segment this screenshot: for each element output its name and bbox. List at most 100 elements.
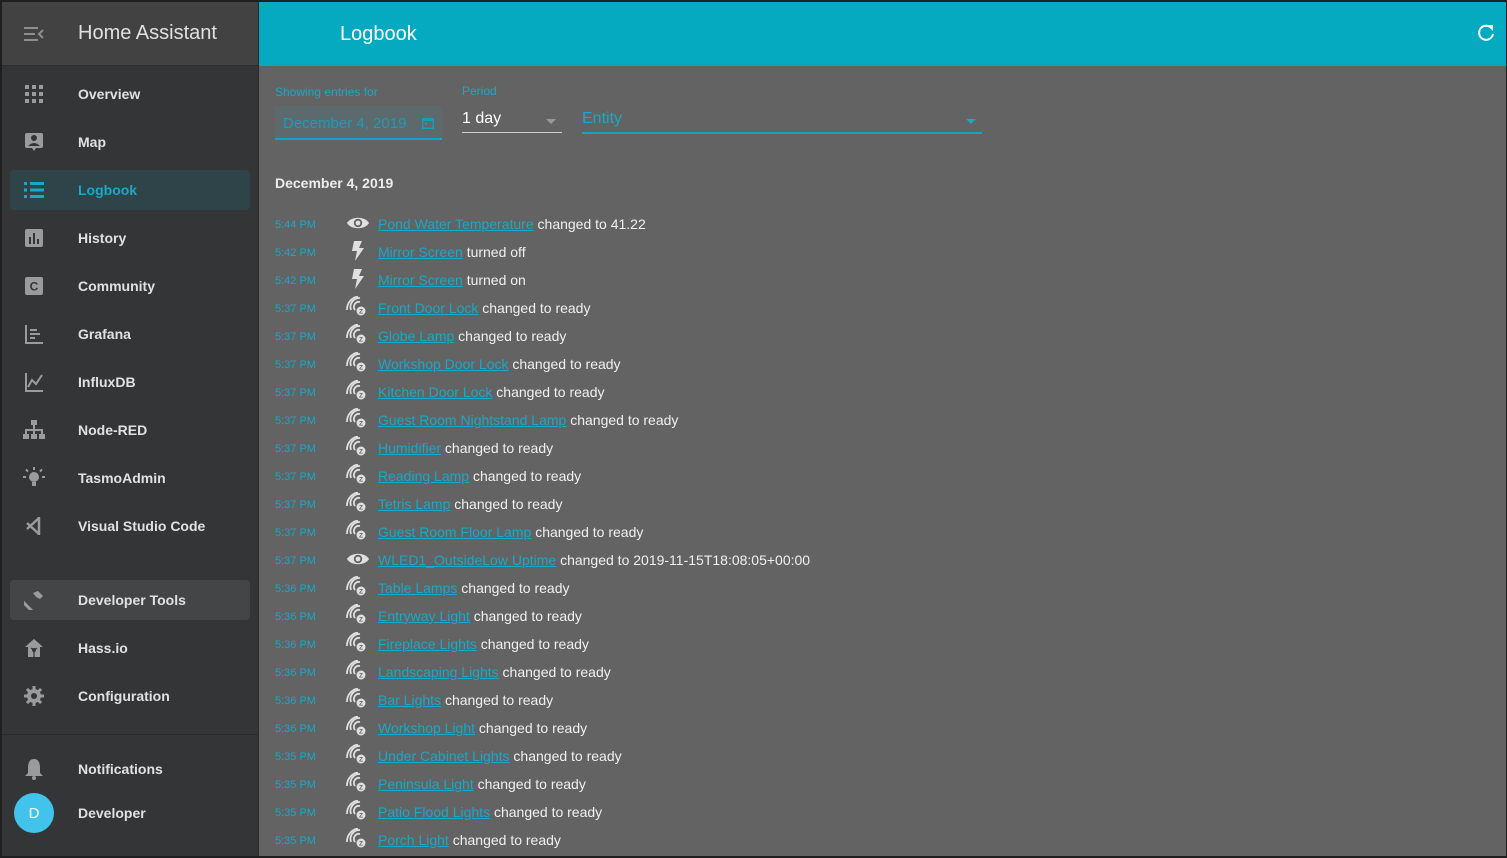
sidebar-item-overview[interactable]: Overview <box>10 74 250 114</box>
z-wave-icon: Z <box>345 604 371 626</box>
log-entry: 5:37 PM WLED1_OutsideLow Uptime changed t… <box>275 545 1475 573</box>
sidebar-item-developer-tools[interactable]: Developer Tools <box>10 580 250 620</box>
log-entry-entity-link[interactable]: Pond Water Temperature <box>378 216 534 232</box>
sidebar-item-label: Grafana <box>78 326 131 342</box>
svg-text:Z: Z <box>359 729 363 736</box>
log-entry-text: Workshop Light changed to ready <box>378 720 587 736</box>
sidebar-item-influxdb[interactable]: InfluxDB <box>10 362 250 402</box>
log-entry-entity-link[interactable]: WLED1_OutsideLow Uptime <box>378 552 556 568</box>
log-entry-entity-link[interactable]: Peninsula Light <box>378 776 474 792</box>
sidebar-item-label: History <box>78 230 127 246</box>
svg-text:Z: Z <box>359 701 363 708</box>
z-wave-icon: Z <box>345 436 371 458</box>
log-entry-entity-link[interactable]: Mirror Screen <box>378 244 463 260</box>
sidebar-item-history[interactable]: History <box>10 218 250 258</box>
log-entry-text: Guest Room Floor Lamp changed to ready <box>378 524 643 540</box>
z-wave-icon: Z <box>345 520 371 542</box>
grafana-icon <box>10 324 58 344</box>
log-entry-entity-link[interactable]: Under Cabinet Lights <box>378 748 510 764</box>
entity-picker[interactable]: Entity <box>582 108 982 134</box>
svg-text:Z: Z <box>359 393 363 400</box>
svg-text:Z: Z <box>359 421 363 428</box>
sidebar-item-community[interactable]: C Community <box>10 266 250 306</box>
date-value: December 4, 2019 <box>283 115 407 132</box>
log-entry-entity-link[interactable]: Entryway Light <box>378 608 470 624</box>
avatar-initial: D <box>14 793 54 833</box>
log-entry-time: 5:36 PM <box>275 611 316 623</box>
log-entry-message: changed to 2019-11-15T18:08:05+00:00 <box>560 552 811 568</box>
sidebar-item-profile[interactable]: D Developer <box>10 793 250 833</box>
log-entry: 5:35 PM Z Peninsula Light changed to ready <box>275 769 1475 797</box>
log-entry-entity-link[interactable]: Bar Lights <box>378 692 441 708</box>
log-entry-entity-link[interactable]: Humidifier <box>378 440 441 456</box>
log-entry-entity-link[interactable]: Front Door Lock <box>378 300 478 316</box>
log-entry-entity-link[interactable]: Reading Lamp <box>378 468 469 484</box>
log-entry-message: changed to ready <box>477 776 586 792</box>
calendar-icon[interactable] <box>422 116 434 134</box>
log-entry: 5:37 PM Z Globe Lamp changed to ready <box>275 321 1475 349</box>
sidebar-item-tasmoadmin[interactable]: TasmoAdmin <box>10 458 250 498</box>
log-entry-text: Front Door Lock changed to ready <box>378 300 590 316</box>
sidebar-item-configuration[interactable]: Configuration <box>10 676 250 716</box>
svg-text:Z: Z <box>359 449 363 456</box>
sidebar-item-label: Configuration <box>78 688 170 704</box>
sidebar-title: Home Assistant <box>78 22 217 44</box>
log-entry-entity-link[interactable]: Patio Flood Lights <box>378 804 490 820</box>
log-entry-entity-link[interactable]: Porch Light <box>378 832 449 848</box>
sidebar-item-logbook[interactable]: Logbook <box>10 170 250 210</box>
z-wave-icon: Z <box>345 800 371 822</box>
log-entry: 5:36 PM Z Landscaping Lights changed to re… <box>275 657 1475 685</box>
log-entry: 5:36 PM Z Table Lamps changed to ready <box>275 573 1475 601</box>
log-entry-entity-link[interactable]: Landscaping Lights <box>378 664 499 680</box>
sidebar-item-label: Notifications <box>78 761 163 777</box>
date-picker[interactable]: December 4, 2019 <box>275 106 442 140</box>
log-entry: 5:36 PM Z Workshop Light changed to ready <box>275 713 1475 741</box>
sidebar-item-notifications[interactable]: Notifications <box>10 749 250 789</box>
log-entry-text: Under Cabinet Lights changed to ready <box>378 748 622 764</box>
sidebar-item-label: Overview <box>78 86 141 102</box>
refresh-icon[interactable] <box>1474 22 1498 46</box>
sidebar-item-map[interactable]: Map <box>10 122 250 162</box>
sidebar-item-grafana[interactable]: Grafana <box>10 314 250 354</box>
log-entry-entity-link[interactable]: Table Lamps <box>378 580 457 596</box>
log-entry-entity-link[interactable]: Guest Room Floor Lamp <box>378 524 531 540</box>
logbook-filters: Showing entries for December 4, 2019 Per… <box>275 82 995 142</box>
z-wave-icon: Z <box>345 408 371 430</box>
log-entry-message: changed to ready <box>461 580 570 596</box>
log-entry: 5:37 PM Z Humidifier changed to ready <box>275 433 1475 461</box>
log-entry-time: 5:37 PM <box>275 471 316 483</box>
log-entry-entity-link[interactable]: Tetris Lamp <box>378 496 450 512</box>
z-wave-icon: Z <box>345 744 371 766</box>
period-select[interactable]: 1 day <box>462 108 562 133</box>
log-entry-entity-link[interactable]: Guest Room Nightstand Lamp <box>378 412 566 428</box>
hammer-icon <box>10 590 58 610</box>
z-wave-icon: Z <box>345 492 371 514</box>
log-entry-entity-link[interactable]: Mirror Screen <box>378 272 463 288</box>
log-entry-message: changed to ready <box>570 412 679 428</box>
log-entry: 5:37 PM Z Kitchen Door Lock changed to rea… <box>275 377 1475 405</box>
sidebar-item-label: TasmoAdmin <box>78 470 166 486</box>
sidebar-item-visual-studio-code[interactable]: Visual Studio Code <box>10 506 250 546</box>
sidebar-item-hassio[interactable]: Hass.io <box>10 628 250 668</box>
svg-text:C: C <box>30 280 39 294</box>
log-entry-entity-link[interactable]: Kitchen Door Lock <box>378 384 492 400</box>
z-wave-icon: Z <box>345 828 371 850</box>
log-entry-entity-link[interactable]: Globe Lamp <box>378 328 454 344</box>
sidebar-item-label: Map <box>78 134 106 150</box>
grid-icon <box>10 85 58 103</box>
log-entry-entity-link[interactable]: Workshop Light <box>378 720 475 736</box>
chevron-down-icon[interactable] <box>966 119 976 124</box>
flash-icon <box>345 240 371 262</box>
lightbulb-icon <box>10 467 58 489</box>
log-entry-time: 5:35 PM <box>275 835 316 847</box>
sidebar-item-node-red[interactable]: Node-RED <box>10 410 250 450</box>
log-entry-message: changed to ready <box>458 328 567 344</box>
log-entry-message: changed to ready <box>513 748 622 764</box>
log-entry-entity-link[interactable]: Fireplace Lights <box>378 636 477 652</box>
menu-toggle-icon[interactable] <box>2 2 66 66</box>
log-entry-time: 5:37 PM <box>275 499 316 511</box>
log-entry: 5:35 PM Z Patio Flood Lights changed to re… <box>275 797 1475 825</box>
log-entry-entity-link[interactable]: Workshop Door Lock <box>378 356 508 372</box>
log-entry: 5:44 PM Pond Water Temperature changed to… <box>275 209 1475 237</box>
log-entry-message: changed to ready <box>480 636 589 652</box>
